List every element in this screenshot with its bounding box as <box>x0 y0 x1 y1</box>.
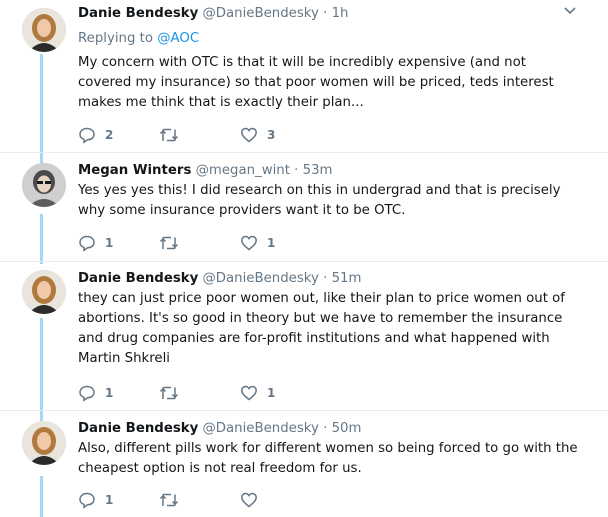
reply-count: 2 <box>105 128 114 142</box>
heart-icon <box>241 492 257 508</box>
tweet-header: Danie Bendesky @DanieBendesky · 50m <box>78 420 361 438</box>
retweet-icon <box>159 386 179 400</box>
tweet-text: Yes yes yes this! I did research on this… <box>78 183 561 218</box>
tweet[interactable]: Danie Bendesky @DanieBendesky · 51m they… <box>0 262 608 410</box>
separator-dot: · <box>323 271 328 286</box>
timestamp[interactable]: 53m <box>303 163 333 178</box>
author-name[interactable]: Danie Bendesky <box>78 271 198 286</box>
avatar[interactable] <box>22 421 66 465</box>
separator-dot: · <box>323 6 328 21</box>
tweet-header: Danie Bendesky @DanieBendesky · 51m <box>78 270 361 288</box>
like-count: 1 <box>267 386 276 400</box>
reply-icon <box>79 127 95 144</box>
retweet-icon <box>159 493 179 507</box>
avatar[interactable] <box>22 163 66 207</box>
reply-count: 1 <box>105 493 114 507</box>
timestamp[interactable]: 50m <box>332 421 362 436</box>
retweet-icon <box>159 236 179 250</box>
reply-count: 1 <box>105 236 114 250</box>
tweet-text: My concern with OTC is that it will be i… <box>78 55 554 110</box>
mention-link[interactable]: @AOC <box>157 31 199 46</box>
tweet[interactable]: Danie Bendesky @DanieBendesky · 50m Also… <box>0 411 608 517</box>
reply-button[interactable]: 2 <box>78 125 113 145</box>
author-name[interactable]: Danie Bendesky <box>78 6 198 21</box>
like-button[interactable] <box>240 490 267 510</box>
author-handle[interactable]: @DanieBendesky <box>203 271 319 286</box>
reply-icon <box>79 235 95 252</box>
author-handle[interactable]: @DanieBendesky <box>203 6 319 21</box>
tweet-text: Also, different pills work for different… <box>78 441 578 476</box>
like-button[interactable]: 1 <box>240 383 275 403</box>
tweet-header: Danie Bendesky @DanieBendesky · 1h <box>78 5 348 23</box>
like-count: 1 <box>267 236 276 250</box>
like-button[interactable]: 3 <box>240 125 275 145</box>
avatar[interactable] <box>22 270 66 314</box>
heart-icon <box>241 385 257 401</box>
reply-icon <box>79 385 95 402</box>
like-button[interactable]: 1 <box>240 233 275 253</box>
replying-to-label: Replying to <box>78 31 153 46</box>
retweet-button[interactable] <box>159 233 188 253</box>
heart-icon <box>241 127 257 143</box>
avatar[interactable] <box>22 8 66 52</box>
tweet[interactable]: Megan Winters @megan_wint · 53m Yes yes … <box>0 153 608 261</box>
timestamp[interactable]: 51m <box>332 271 362 286</box>
author-name[interactable]: Danie Bendesky <box>78 421 198 436</box>
replying-to: Replying to @AOC <box>78 30 199 48</box>
tweet-text: they can just price poor women out, like… <box>78 291 565 366</box>
reply-icon <box>79 492 95 509</box>
reply-button[interactable]: 1 <box>78 383 113 403</box>
author-handle[interactable]: @megan_wint <box>196 163 290 178</box>
tweet-header: Megan Winters @megan_wint · 53m <box>78 162 333 180</box>
author-name[interactable]: Megan Winters <box>78 163 191 178</box>
reply-button[interactable]: 1 <box>78 490 113 510</box>
timestamp[interactable]: 1h <box>332 6 349 21</box>
retweet-button[interactable] <box>159 125 188 145</box>
tweet[interactable]: Danie Bendesky @DanieBendesky · 1h Reply… <box>0 0 608 152</box>
heart-icon <box>241 235 257 251</box>
author-handle[interactable]: @DanieBendesky <box>203 421 319 436</box>
tweet-thread: Danie Bendesky @DanieBendesky · 1h Reply… <box>0 0 608 517</box>
separator-dot: · <box>294 163 299 178</box>
retweet-button[interactable] <box>159 383 188 403</box>
reply-count: 1 <box>105 386 114 400</box>
chevron-down-icon[interactable] <box>562 3 578 19</box>
reply-button[interactable]: 1 <box>78 233 113 253</box>
separator-dot: · <box>323 421 328 436</box>
retweet-icon <box>159 128 179 142</box>
retweet-button[interactable] <box>159 490 188 510</box>
like-count: 3 <box>267 128 276 142</box>
